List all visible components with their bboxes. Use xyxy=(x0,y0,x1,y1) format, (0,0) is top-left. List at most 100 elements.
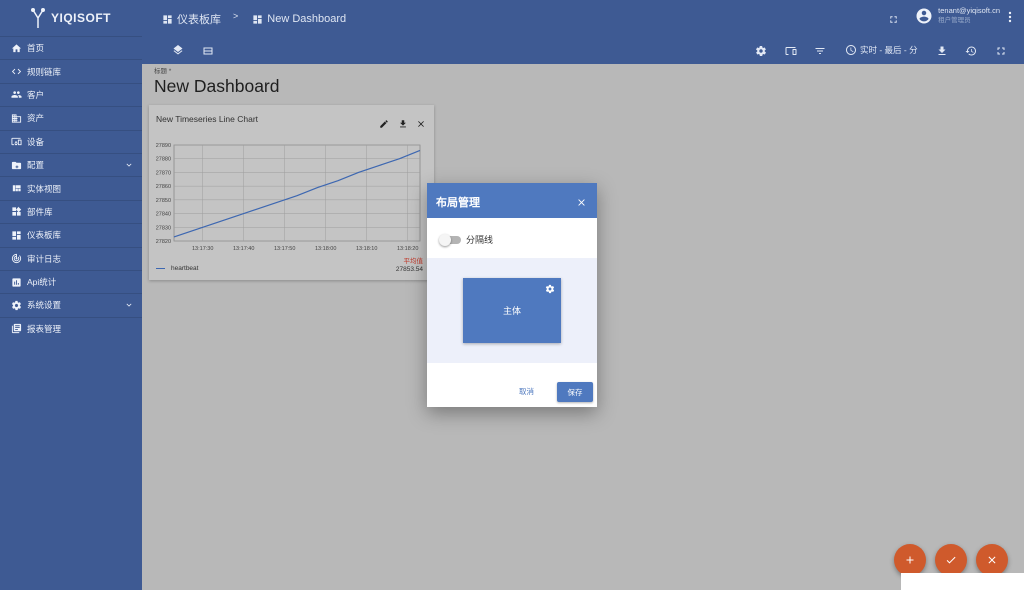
layers-icon[interactable] xyxy=(172,44,184,56)
more-vert-icon[interactable] xyxy=(1006,10,1014,23)
sidebar-item-reports[interactable]: 报表管理 xyxy=(0,316,142,340)
divider-toggle-row: 分隔线 xyxy=(439,233,494,246)
sidebar-item-system-settings[interactable]: 系统设置 xyxy=(0,293,142,316)
chart-legend[interactable]: heartbeat xyxy=(156,265,198,272)
y-tick-label: 27830 xyxy=(156,225,171,231)
logo-text: YIQISOFT xyxy=(50,11,111,25)
dashboard-title[interactable]: New Dashboard xyxy=(154,76,279,97)
edit-icon[interactable] xyxy=(379,116,389,128)
chevron-down-icon[interactable] xyxy=(124,160,134,170)
breadcrumb-current: New Dashboard xyxy=(267,13,347,25)
dashboard-toolbar: 实时 - 最后 - 分 xyxy=(142,36,1024,64)
sidebar-item-dashboards[interactable]: 仪表板库 xyxy=(0,223,142,246)
legend-avg-header: 平均值 xyxy=(403,258,424,265)
breadcrumb-dashboards[interactable]: 仪表板库 xyxy=(177,11,221,27)
close-icon[interactable] xyxy=(416,116,426,127)
devices-icon[interactable] xyxy=(785,44,797,56)
layout-dialog: 布局管理 分隔线 主体 取消 保存 xyxy=(427,183,597,407)
layout-icon[interactable] xyxy=(202,44,214,56)
sidebar-item-audit-logs[interactable]: 审计日志 xyxy=(0,246,142,270)
gear-icon[interactable] xyxy=(755,44,767,56)
sidebar-item-widgets[interactable]: 部件库 xyxy=(0,199,142,223)
plus-icon xyxy=(906,556,914,564)
timeseries-widget[interactable]: New Timeseries Line Chart 27820 27830 2784… xyxy=(149,105,434,280)
sidebar-item-label: 部件库 xyxy=(27,206,53,217)
download-icon[interactable] xyxy=(936,44,948,56)
avatar-icon[interactable] xyxy=(915,7,933,25)
sidebar-item-label: 报表管理 xyxy=(27,323,62,334)
insert-chart-icon xyxy=(10,276,22,288)
sidebar-item-label: 资产 xyxy=(27,113,45,124)
code-icon xyxy=(10,66,22,78)
sidebar-item-label: Api统计 xyxy=(27,277,57,288)
dashboard-icon xyxy=(252,14,263,25)
download-icon[interactable] xyxy=(398,116,408,128)
toggle-knob[interactable] xyxy=(439,233,451,246)
gear-icon[interactable] xyxy=(545,284,555,294)
people-icon xyxy=(10,89,22,101)
divider-toggle-label: 分隔线 xyxy=(466,235,494,245)
y-tick-label: 27880 xyxy=(156,157,171,163)
report-icon xyxy=(10,323,22,335)
logo[interactable]: YIQISOFT xyxy=(0,0,142,36)
main-layout-block[interactable]: 主体 xyxy=(463,278,561,343)
fullscreen-icon[interactable] xyxy=(995,44,1007,56)
check-icon xyxy=(946,556,956,564)
sidebar-item-label: 配置 xyxy=(27,160,45,171)
cancel-button[interactable]: 取消 xyxy=(519,386,534,397)
home-icon xyxy=(10,42,22,54)
legend-series-name: heartbeat xyxy=(171,265,199,272)
layout-preview: 主体 xyxy=(427,258,597,363)
divider-toggle[interactable] xyxy=(439,233,461,246)
dialog-header: 布局管理 xyxy=(427,183,597,218)
sidebar-item-assets[interactable]: 资产 xyxy=(0,106,142,129)
widgets-icon xyxy=(10,206,22,218)
top-bar: 仪表板库 > New Dashboard tenant@yiqisoft.cn … xyxy=(142,0,1024,36)
x-tick-label: 13:17:30 xyxy=(192,246,213,252)
sidebar-item-entity-views[interactable]: 实体视图 xyxy=(0,176,142,199)
add-widget-button[interactable] xyxy=(894,544,926,576)
history-icon[interactable] xyxy=(965,44,977,56)
overlay-strip xyxy=(901,573,1024,590)
sidebar-item-label: 规则链库 xyxy=(27,66,62,77)
user-menu[interactable]: tenant@yiqisoft.cn 租户管理员 xyxy=(915,6,1014,26)
dashboard-icon xyxy=(162,14,173,25)
track-changes-icon xyxy=(10,253,22,265)
sidebar-nav: 首页 规则链库 客户 资产 设备 配置 实体视图 部件库 仪表板库 审计日志 A… xyxy=(0,36,142,340)
sidebar-item-api-stats[interactable]: Api统计 xyxy=(0,269,142,293)
breadcrumb: 仪表板库 > New Dashboard xyxy=(162,11,346,27)
sidebar-item-devices[interactable]: 设备 xyxy=(0,129,142,153)
dashboard-icon xyxy=(10,229,22,241)
y-tick-label: 27850 xyxy=(156,198,171,204)
line-chart[interactable]: 27820 27830 27840 27850 27860 27870 27880 27890… xyxy=(149,131,434,256)
breadcrumb-separator: > xyxy=(233,11,239,21)
filter-icon[interactable] xyxy=(814,44,826,56)
sidebar-item-label: 客户 xyxy=(27,89,45,100)
sidebar-item-customers[interactable]: 客户 xyxy=(0,82,142,106)
x-tick-label: 13:18:20 xyxy=(397,246,418,252)
sidebar: YIQISOFT 首页 规则链库 客户 资产 设备 配置 实体视图 部件库 仪表… xyxy=(0,0,142,590)
sidebar-item-home[interactable]: 首页 xyxy=(0,36,142,59)
user-email: tenant@yiqisoft.cn xyxy=(938,6,1000,15)
apply-changes-button[interactable] xyxy=(935,544,967,576)
chevron-down-icon[interactable] xyxy=(124,300,134,310)
sidebar-item-config[interactable]: 配置 xyxy=(0,152,142,176)
fullscreen-icon[interactable] xyxy=(888,12,899,23)
user-role: 租户管理员 xyxy=(938,17,971,24)
widget-title: New Timeseries Line Chart xyxy=(156,114,259,124)
sidebar-item-label: 审计日志 xyxy=(27,253,62,264)
y-tick-label: 27890 xyxy=(156,143,171,149)
close-icon[interactable] xyxy=(576,195,587,206)
close-icon xyxy=(988,556,996,564)
sidebar-item-rule-chains[interactable]: 规则链库 xyxy=(0,59,142,82)
plot-frame xyxy=(173,144,421,242)
sidebar-item-label: 仪表板库 xyxy=(27,230,62,241)
y-tick-label: 27870 xyxy=(156,170,171,176)
main-layout-label: 主体 xyxy=(502,306,521,316)
view-quilt-icon xyxy=(10,183,22,195)
save-button[interactable]: 保存 xyxy=(557,382,593,402)
timewindow-button[interactable]: 实时 - 最后 - 分 xyxy=(845,44,918,56)
sidebar-item-label: 实体视图 xyxy=(27,183,62,194)
discard-changes-button[interactable] xyxy=(976,544,1008,576)
logo-icon xyxy=(30,8,45,28)
